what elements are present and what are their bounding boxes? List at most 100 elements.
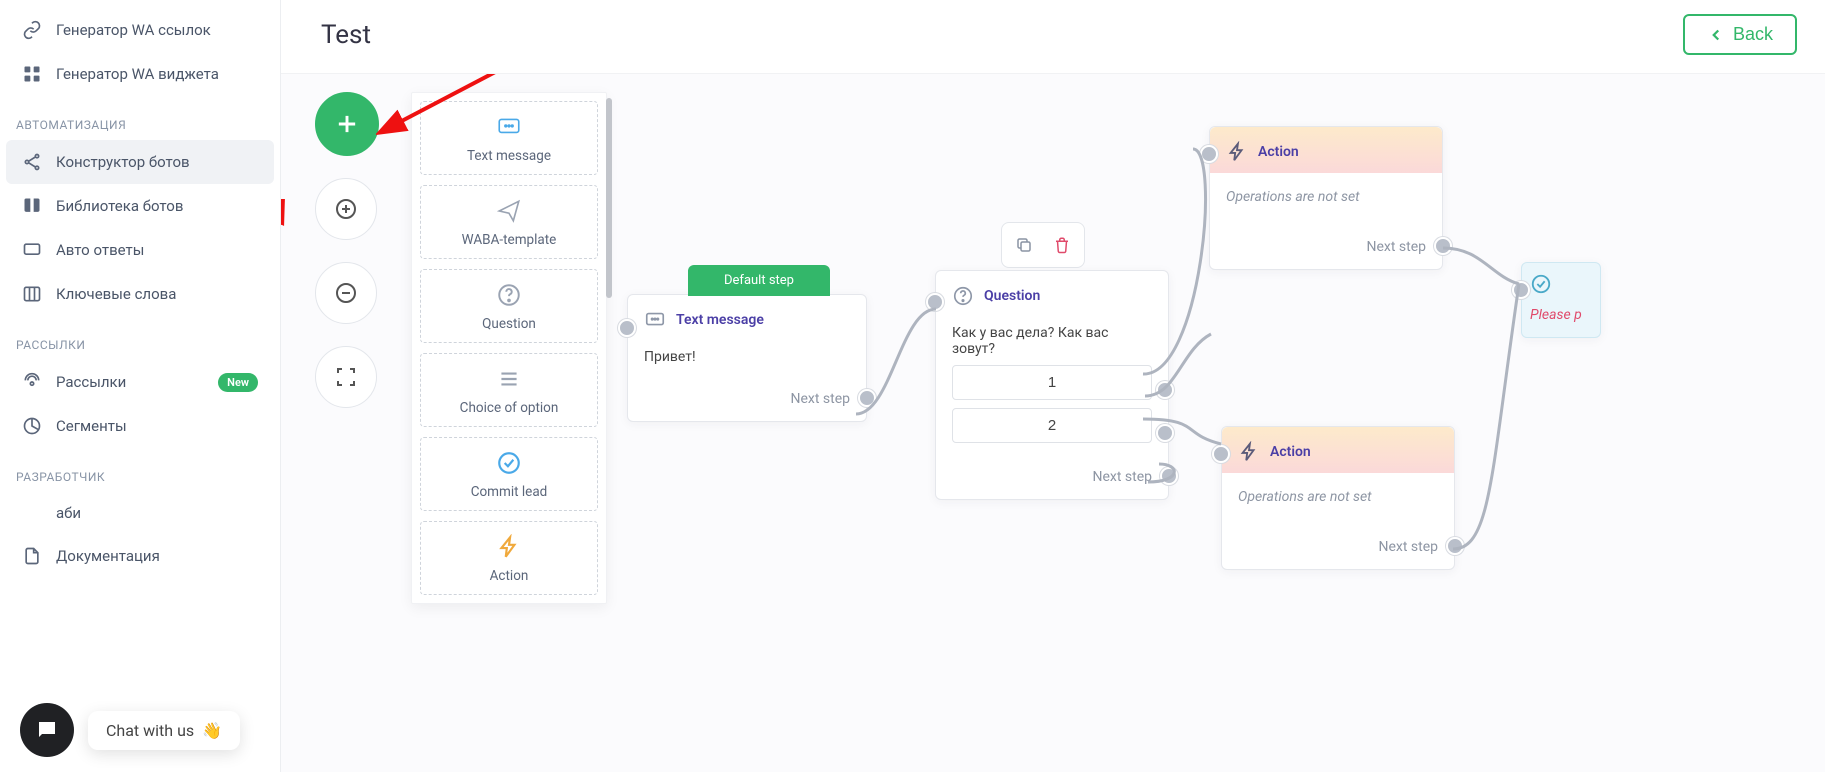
page-title: Test: [321, 20, 371, 50]
columns-icon: [22, 284, 42, 304]
palette-label: Question: [482, 316, 536, 332]
canvas[interactable]: Text message WABA-template Question Choi…: [281, 73, 1825, 772]
port-out[interactable]: [858, 389, 876, 407]
node-toolbar: [1001, 222, 1085, 268]
zoom-out-button[interactable]: [315, 262, 377, 324]
sidebar-item-docs[interactable]: Документация: [6, 534, 274, 578]
next-step-label: Next step: [628, 381, 866, 421]
sidebar-item-bot-library[interactable]: Библиотека ботов: [6, 184, 274, 228]
palette-label: WABA-template: [462, 232, 557, 248]
new-badge: New: [218, 373, 258, 392]
node-title: Text message: [676, 312, 764, 328]
palette-choice[interactable]: Choice of option: [420, 353, 598, 427]
node-text-message[interactable]: Default step Text message Привет! Next s…: [627, 294, 867, 422]
sidebar-item-wa-widget-gen[interactable]: Генератор WA виджета: [6, 52, 274, 96]
fullscreen-icon: [334, 365, 358, 389]
sidebar-item-segments[interactable]: Сегменты: [6, 404, 274, 448]
next-step-label: Next step: [1210, 229, 1442, 269]
port-option-2[interactable]: [1156, 424, 1174, 442]
sidebar-item-label: Генератор WA ссылок: [56, 21, 211, 39]
sidebar-item-bot-builder[interactable]: Конструктор ботов: [6, 140, 274, 184]
sidebar-item-label: Авто ответы: [56, 241, 144, 259]
sidebar-item-label: Ключевые слова: [56, 285, 176, 303]
sidebar-item-wa-link-gen[interactable]: Генератор WA ссылок: [6, 8, 274, 52]
node-action-2[interactable]: Action Operations are not set Next step: [1221, 426, 1455, 570]
node-body: Operations are not set: [1210, 173, 1442, 229]
sidebar-item-label: Рассылки: [56, 373, 126, 391]
lightning-icon: [494, 534, 524, 560]
option-1[interactable]: 1: [952, 365, 1152, 400]
chat-icon: [22, 240, 42, 260]
default-step-badge: Default step: [688, 265, 830, 296]
topbar: Test Back: [281, 0, 1825, 73]
sidebar-section-developer: РАЗРАБОТЧИК: [6, 448, 274, 492]
back-button-label: Back: [1733, 24, 1773, 45]
zoom-in-button[interactable]: [315, 178, 377, 240]
check-circle-icon: [494, 450, 524, 476]
sidebar-item-hidden[interactable]: аби: [6, 492, 274, 534]
port-in[interactable]: [1212, 445, 1230, 463]
chat-bubble-icon: [494, 114, 524, 140]
node-check-partial[interactable]: Please p: [1521, 262, 1601, 338]
sidebar-item-autoresponders[interactable]: Авто ответы: [6, 228, 274, 272]
share-icon: [22, 152, 42, 172]
port-in[interactable]: [1200, 145, 1218, 163]
back-button[interactable]: Back: [1683, 14, 1797, 55]
add-node-button[interactable]: [315, 92, 379, 156]
sidebar-section-mailing: РАССЫЛКИ: [6, 316, 274, 360]
sidebar-section-automation: АВТОМАТИЗАЦИЯ: [6, 96, 274, 140]
next-step-label: Next step: [936, 459, 1168, 499]
plus-icon: [333, 110, 361, 138]
node-body: Operations are not set: [1222, 473, 1454, 529]
port-in[interactable]: [1512, 281, 1530, 299]
wave-emoji: 👋: [202, 721, 222, 740]
sidebar-item-label: Генератор WA виджета: [56, 65, 219, 83]
widget-icon: [22, 64, 42, 84]
palette-question[interactable]: Question: [420, 269, 598, 343]
sidebar-item-keywords[interactable]: Ключевые слова: [6, 272, 274, 316]
fullscreen-button[interactable]: [315, 346, 377, 408]
node-title: Action: [1270, 444, 1311, 460]
node-title: Action: [1258, 144, 1299, 160]
document-icon: [22, 546, 42, 566]
palette-commit-lead[interactable]: Commit lead: [420, 437, 598, 511]
sidebar-item-mailings[interactable]: Рассылки New: [6, 360, 274, 404]
broadcast-icon: [22, 372, 42, 392]
copy-icon: [1015, 236, 1033, 254]
duplicate-button[interactable]: [1008, 229, 1040, 261]
question-icon: [952, 285, 974, 307]
node-palette: Text message WABA-template Question Choi…: [411, 92, 607, 604]
port-out[interactable]: [1434, 237, 1452, 255]
minus-circle-icon: [334, 281, 358, 305]
list-icon: [494, 366, 524, 392]
palette-text-message[interactable]: Text message: [420, 101, 598, 175]
node-body: Привет!: [628, 341, 866, 381]
delete-button[interactable]: [1046, 229, 1078, 261]
palette-action[interactable]: Action: [420, 521, 598, 595]
node-warning: Please p: [1522, 301, 1600, 337]
node-question[interactable]: Question Как у вас дела? Как вас зовут? …: [935, 270, 1169, 500]
sidebar: Генератор WA ссылок Генератор WA виджета…: [0, 0, 280, 772]
node-action-1[interactable]: Action Operations are not set Next step: [1209, 126, 1443, 270]
palette-label: Text message: [467, 148, 551, 164]
book-icon: [22, 196, 42, 216]
chat-launcher[interactable]: [20, 703, 74, 757]
sidebar-item-label: Документация: [56, 547, 160, 565]
port-option-1[interactable]: [1156, 381, 1174, 399]
main: Test Back: [280, 0, 1825, 772]
palette-waba-template[interactable]: WABA-template: [420, 185, 598, 259]
chat-filled-icon: [35, 718, 59, 742]
link-icon: [22, 20, 42, 40]
palette-label: Action: [490, 568, 529, 584]
lightning-icon: [1226, 141, 1248, 163]
chat-with-us-pill[interactable]: Chat with us 👋: [88, 711, 240, 750]
question-icon: [494, 282, 524, 308]
option-2[interactable]: 2: [952, 408, 1152, 443]
port-out[interactable]: [1446, 537, 1464, 555]
port-in[interactable]: [618, 319, 636, 337]
port-out[interactable]: [1160, 467, 1178, 485]
port-in[interactable]: [926, 293, 944, 311]
palette-label: Choice of option: [460, 400, 559, 416]
next-step-label: Next step: [1222, 529, 1454, 569]
node-title: Question: [984, 288, 1040, 304]
